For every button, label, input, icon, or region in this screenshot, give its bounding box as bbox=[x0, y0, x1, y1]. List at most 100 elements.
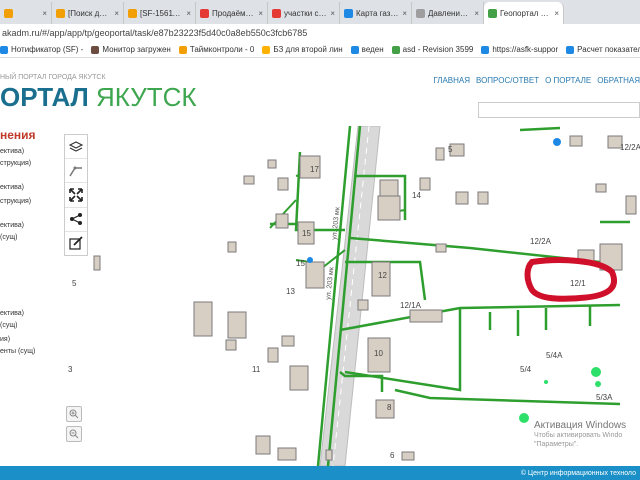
nav-home[interactable]: ГЛАВНАЯ bbox=[433, 76, 470, 85]
browser-tab[interactable]: [SF-1561191] × bbox=[124, 2, 196, 24]
bookmark-label: БЗ для второй лин bbox=[273, 45, 343, 54]
tab-favicon-icon bbox=[416, 8, 425, 18]
bookmark-label: Расчет показателе bbox=[577, 45, 640, 54]
layer-item[interactable]: ективa) bbox=[0, 148, 24, 155]
map-label: 12/1 bbox=[570, 279, 586, 288]
bookmark-item[interactable]: asd - Revision 3599 bbox=[391, 45, 473, 54]
bookmark-label: https://asfk-suppor bbox=[492, 45, 559, 54]
tab-close-icon[interactable]: × bbox=[402, 9, 407, 18]
tab-title: [SF-1561191] bbox=[140, 8, 184, 18]
nav-about[interactable]: О ПОРТАЛЕ bbox=[545, 76, 591, 85]
address-url[interactable]: akadm.ru/#/app/app/tp/geoportal/task/e87… bbox=[2, 28, 307, 38]
tab-close-icon[interactable]: × bbox=[42, 9, 47, 18]
bookmark-favicon-icon bbox=[391, 45, 400, 54]
map-label: 12/2A bbox=[620, 143, 640, 152]
map-label: 8 bbox=[387, 403, 392, 412]
bookmark-item[interactable]: Таймконтроли - 0 bbox=[178, 45, 254, 54]
tab-close-icon[interactable]: × bbox=[258, 9, 263, 18]
site-header: НЫЙ ПОРТАЛ ГОРОДА ЯКУТСК ОРТАЛ ЯКУТСК ГЛ… bbox=[0, 58, 640, 126]
zoom-in-button[interactable] bbox=[66, 406, 82, 422]
ruler-icon bbox=[69, 166, 82, 177]
browser-tab[interactable]: Продаём уютный× bbox=[196, 2, 268, 24]
bookmark-label: веден bbox=[361, 45, 384, 54]
map-label: 5/4 bbox=[520, 365, 532, 374]
tab-favicon-icon bbox=[344, 8, 353, 18]
top-navigation: ГЛАВНАЯ ВОПРОС/ОТВЕТ О ПОРТАЛЕ ОБРАТНАЯ bbox=[433, 76, 640, 85]
edit-button[interactable] bbox=[65, 232, 87, 255]
share-icon bbox=[70, 213, 82, 226]
tab-favicon-icon bbox=[272, 8, 281, 18]
map-label: 12/2A bbox=[530, 237, 552, 246]
address-bar[interactable]: akadm.ru/#/app/app/tp/geoportal/task/e87… bbox=[0, 24, 640, 42]
tab-close-icon[interactable]: × bbox=[186, 9, 191, 18]
map-svg[interactable]: 17 14 15 15 12 12/1A 13 12/2A 12/1 5 11 … bbox=[60, 126, 640, 466]
tab-close-icon[interactable]: × bbox=[554, 9, 559, 18]
browser-tab[interactable]: Карта газифик× bbox=[340, 2, 412, 24]
layer-item[interactable]: енты (сущ) bbox=[0, 348, 35, 355]
bookmark-favicon-icon bbox=[91, 45, 100, 54]
browser-tab[interactable]: Геопортал Якутск× bbox=[484, 2, 564, 24]
tab-close-icon[interactable]: × bbox=[330, 9, 335, 18]
browser-tab[interactable]: участки с дав× bbox=[268, 2, 340, 24]
layer-item[interactable]: (сущ) bbox=[0, 234, 17, 241]
nav-feedback[interactable]: ОБРАТНАЯ bbox=[597, 76, 640, 85]
nav-faq[interactable]: ВОПРОС/ОТВЕТ bbox=[476, 76, 539, 85]
site-logo[interactable]: ОРТАЛ ЯКУТСК bbox=[0, 82, 197, 113]
bookmark-item[interactable]: веден bbox=[350, 45, 384, 54]
tab-title: Давление газа bbox=[428, 8, 471, 18]
map-label: 15 bbox=[296, 259, 305, 268]
browser-tab[interactable]: Давление газа× bbox=[412, 2, 484, 24]
watermark-line: Чтобы активировать Windo bbox=[534, 432, 623, 439]
share-button[interactable] bbox=[65, 208, 87, 232]
bookmark-item[interactable]: Расчет показателе bbox=[566, 45, 640, 54]
map-label: 5 bbox=[448, 145, 453, 154]
map-label: 5 bbox=[72, 279, 77, 288]
blue-point bbox=[307, 257, 313, 263]
map-label: 5/4A bbox=[546, 351, 563, 360]
map-label: 10 bbox=[374, 349, 383, 358]
tab-close-icon[interactable]: × bbox=[474, 9, 479, 18]
layers-icon bbox=[69, 140, 83, 152]
bookmark-item[interactable]: БЗ для второй лин bbox=[262, 45, 343, 54]
map-toolbar bbox=[64, 134, 88, 256]
panel-title: нения bbox=[0, 128, 36, 142]
tab-favicon-icon bbox=[200, 8, 209, 18]
zoom-out-icon bbox=[69, 429, 79, 439]
search-input[interactable] bbox=[478, 102, 640, 118]
zoom-out-button[interactable] bbox=[66, 426, 82, 442]
map-label: 3 bbox=[68, 365, 73, 374]
map-label: 6 bbox=[390, 451, 395, 460]
bookmarks-bar: Нотификатор (SF) - Монитор загружен Таймко… bbox=[0, 42, 640, 58]
map-label: 13 bbox=[286, 287, 295, 296]
tab-title: Карта газифик bbox=[356, 8, 399, 18]
portal-subtitle: НЫЙ ПОРТАЛ ГОРОДА ЯКУТСК bbox=[0, 74, 106, 81]
logo-sub-text: ЯКУТСК bbox=[96, 82, 197, 112]
zoom-in-icon bbox=[69, 409, 79, 419]
map-canvas[interactable]: 17 14 15 15 12 12/1A 13 12/2A 12/1 5 11 … bbox=[60, 126, 640, 466]
layer-item[interactable]: ектива) bbox=[0, 222, 24, 229]
gas-points bbox=[519, 367, 601, 423]
layer-item[interactable]: струкция) bbox=[0, 198, 31, 205]
layers-button[interactable] bbox=[65, 135, 87, 160]
browser-tab[interactable]: [Поиск дублей]× bbox=[52, 2, 124, 24]
layer-item[interactable]: (сущ) bbox=[0, 322, 17, 329]
map-label: 5/3A bbox=[596, 393, 613, 402]
layer-item[interactable]: ектива) bbox=[0, 310, 24, 317]
fullscreen-button[interactable] bbox=[65, 183, 87, 208]
tab-favicon-icon bbox=[128, 8, 137, 18]
browser-tab[interactable]: × bbox=[0, 2, 52, 24]
bookmark-item[interactable]: https://asfk-suppor bbox=[481, 45, 558, 54]
layer-item[interactable]: струкция) bbox=[0, 160, 31, 167]
layer-item[interactable]: ия) bbox=[0, 336, 10, 343]
measure-button[interactable] bbox=[65, 159, 87, 184]
tab-close-icon[interactable]: × bbox=[114, 9, 119, 18]
map-label: 14 bbox=[412, 191, 421, 200]
bookmark-favicon-icon bbox=[0, 45, 8, 54]
layer-item[interactable]: ектива) bbox=[0, 184, 24, 191]
bookmark-item[interactable]: Нотификатор (SF) - bbox=[0, 45, 83, 54]
map-label: 15 bbox=[302, 229, 311, 238]
tab-title: участки с дав bbox=[284, 8, 327, 18]
windows-activation-watermark: Активация Windows Чтобы активировать Win… bbox=[534, 420, 640, 450]
left-panel: нения ективa) струкция) ектива) струкция… bbox=[0, 126, 60, 466]
bookmark-item[interactable]: Монитор загружен bbox=[91, 45, 171, 54]
